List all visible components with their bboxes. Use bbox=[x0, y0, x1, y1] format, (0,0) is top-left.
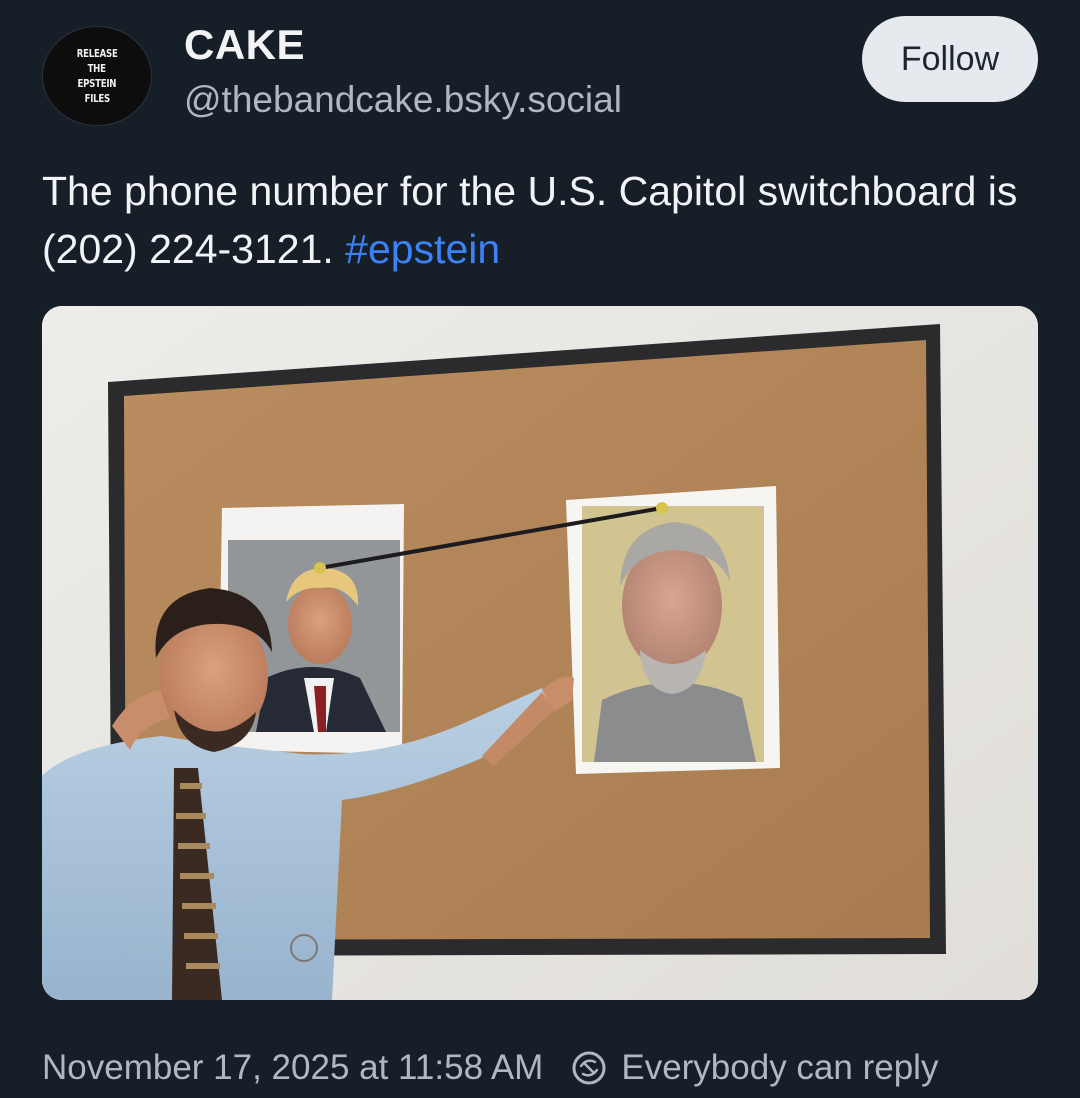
author-handle[interactable]: @thebandcake.bsky.social bbox=[184, 78, 622, 122]
post-text: The phone number for the U.S. Capitol sw… bbox=[42, 162, 1032, 278]
author-display-name[interactable]: CAKE bbox=[184, 20, 305, 70]
author-avatar[interactable]: RELEASE THE EPSTEIN FILES bbox=[42, 26, 152, 126]
post-timestamp[interactable]: November 17, 2025 at 11:58 AM bbox=[42, 1048, 543, 1088]
avatar-text-line: EPSTEIN bbox=[77, 77, 117, 90]
post-body-text: The phone number for the U.S. Capitol sw… bbox=[42, 168, 1018, 272]
reply-restriction-icon bbox=[571, 1050, 607, 1086]
avatar-text-line: THE bbox=[87, 62, 107, 75]
avatar-text-line: FILES bbox=[84, 92, 110, 105]
post-footer: November 17, 2025 at 11:58 AM Everybody … bbox=[42, 1043, 938, 1093]
meme-image-illustration bbox=[42, 306, 1038, 1000]
reply-setting-text[interactable]: Everybody can reply bbox=[621, 1048, 938, 1088]
hashtag-link[interactable]: #epstein bbox=[345, 226, 500, 272]
follow-button[interactable]: Follow bbox=[862, 16, 1038, 102]
avatar-text-line: RELEASE bbox=[76, 47, 118, 60]
post-image[interactable] bbox=[42, 306, 1038, 1000]
